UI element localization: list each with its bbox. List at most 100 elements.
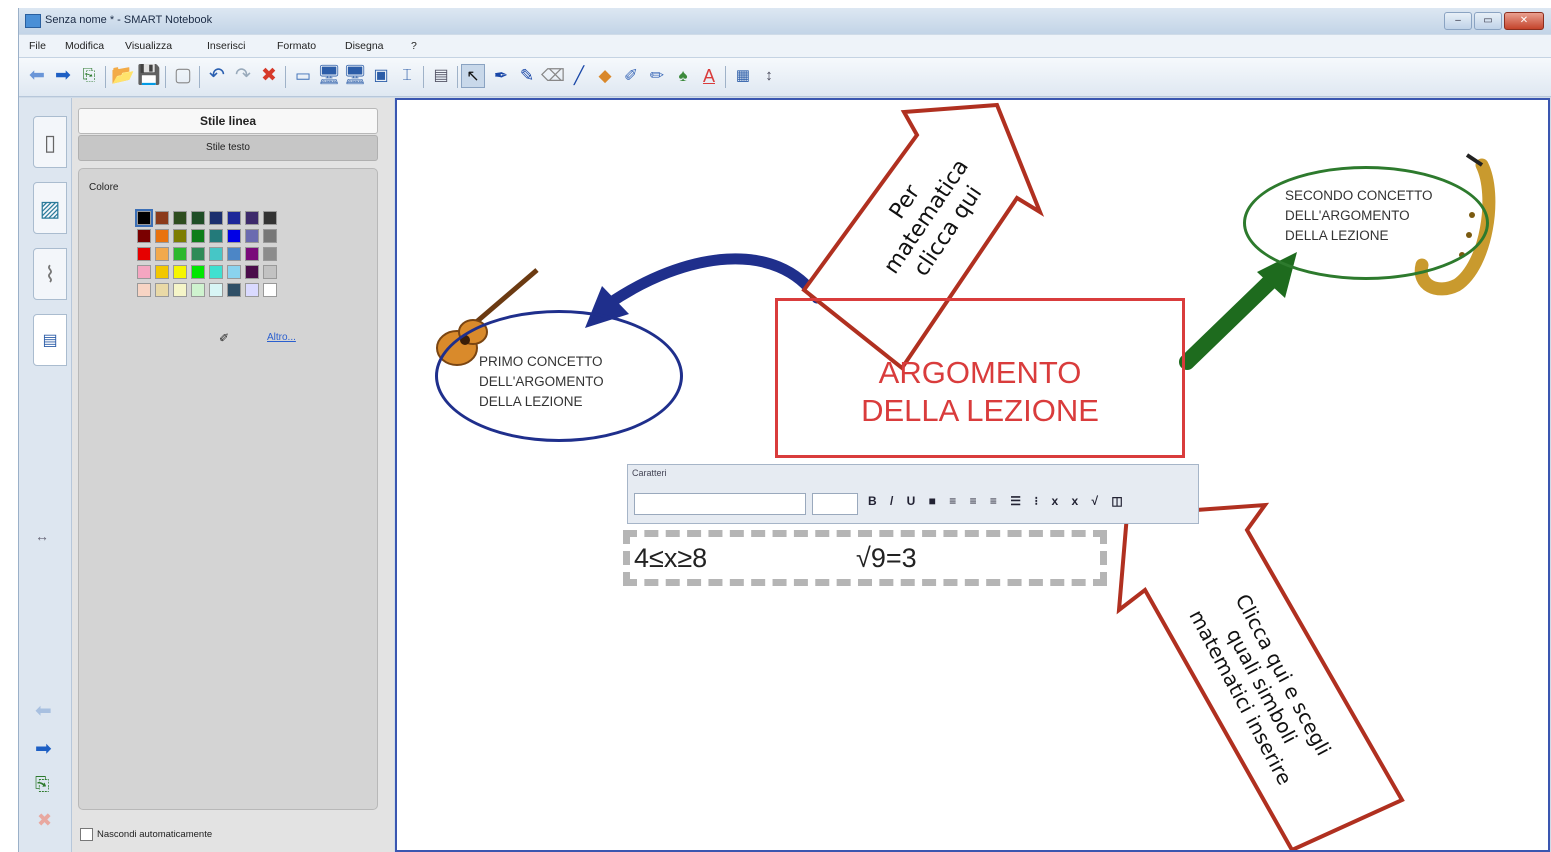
more-colors-link[interactable]: Altro... [267,332,296,343]
color-swatch[interactable] [155,211,169,225]
color-swatch[interactable] [263,229,277,243]
color-swatch[interactable] [209,211,223,225]
color-swatch[interactable] [227,229,241,243]
menu-formato[interactable]: Formato [277,40,316,52]
forward-arrow-icon[interactable]: ➡ [51,64,75,88]
line-style-header[interactable]: Stile linea [78,108,378,134]
color-swatch[interactable] [227,211,241,225]
menu-disegna[interactable]: Disegna [345,40,384,52]
creative-pen-icon[interactable]: ✎ [515,64,539,88]
text-icon[interactable]: A [697,64,721,88]
screen-shade-icon[interactable]: ▭ [291,64,315,88]
color-swatch[interactable] [173,283,187,297]
delete-icon[interactable]: ✖ [257,64,281,88]
color-swatch[interactable] [155,247,169,261]
color-swatch[interactable] [191,283,205,297]
open-folder-icon[interactable]: 📂 [111,64,135,88]
shape-pen-icon[interactable]: ✐ [619,64,643,88]
color-swatch[interactable] [263,247,277,261]
text-format-buttons[interactable]: B / U ■ ≡ ≡ ≡ ☰ ⁝ x x √ ◫ [868,494,1128,508]
redo-icon[interactable]: ↷ [231,64,255,88]
color-swatch[interactable] [227,265,241,279]
main-topic-box[interactable]: ARGOMENTO DELLA LEZIONE [775,298,1185,458]
forward-arrow-side-icon[interactable]: ➡ [35,736,52,761]
autohide-option[interactable]: Nascondi automaticamente [80,828,212,841]
color-swatch[interactable] [245,211,259,225]
concept1-line2: DELL'ARGOMENTO [479,374,604,389]
save-icon[interactable]: 💾 [137,64,161,88]
back-arrow-side-icon[interactable]: ⬅ [35,698,52,723]
color-swatch[interactable] [155,229,169,243]
attachments-icon[interactable]: ⌇ [33,248,67,300]
color-swatch[interactable] [227,283,241,297]
maximize-button[interactable]: ▭ [1474,12,1502,30]
menu-inserisci[interactable]: Inserisci [207,40,246,52]
font-size-select[interactable] [812,493,858,515]
color-swatch[interactable] [155,283,169,297]
color-swatch[interactable] [173,247,187,261]
page-sorter-icon[interactable]: ▯ [33,116,67,168]
menu-modifica[interactable]: Modifica [65,40,104,52]
color-swatch[interactable] [191,229,205,243]
color-swatch[interactable] [191,211,205,225]
toolbar-move-icon[interactable]: ↕ [757,64,781,88]
color-swatch[interactable] [191,247,205,261]
color-swatch[interactable] [137,229,151,243]
eyedropper-icon[interactable]: ✐ [219,331,229,345]
color-swatch[interactable] [137,247,151,261]
document-camera-icon[interactable]: ⌶ [395,64,419,88]
pen-icon[interactable]: ✒ [489,64,513,88]
color-swatch[interactable] [137,283,151,297]
properties-tab-icon[interactable]: ▤ [33,314,67,366]
close-button[interactable]: ✕ [1504,12,1544,30]
font-family-select[interactable] [634,493,806,515]
menu-visualizza[interactable]: Visualizza [125,40,172,52]
color-swatch[interactable] [263,211,277,225]
add-page-side-icon[interactable]: ⎘ [35,774,49,795]
properties-icon[interactable]: ▦ [731,64,755,88]
capture-icon[interactable]: ▣ [369,64,393,88]
color-swatch[interactable] [263,283,277,297]
undo-icon[interactable]: ↶ [205,64,229,88]
color-swatch[interactable] [245,283,259,297]
text-style-header[interactable]: Stile testo [78,135,378,161]
color-swatch[interactable] [245,229,259,243]
color-swatch[interactable] [137,265,151,279]
main-topic-line2: DELLA LEZIONE [861,393,1099,428]
color-swatch[interactable] [245,265,259,279]
autohide-checkbox[interactable] [80,828,93,841]
math-text-box[interactable]: 4≤x≥8 √9=3 [623,530,1107,586]
color-swatch[interactable] [209,283,223,297]
color-swatch[interactable] [155,265,169,279]
color-swatch[interactable] [173,265,187,279]
color-swatch[interactable] [263,265,277,279]
menu-file[interactable]: File [29,40,46,52]
table-icon[interactable]: ▤ [429,64,453,88]
magic-pen-icon[interactable]: ✏ [645,64,669,88]
color-swatch[interactable] [209,247,223,261]
color-swatch[interactable] [227,247,241,261]
add-page-icon[interactable]: ⎘ [77,64,101,88]
color-swatch[interactable] [173,229,187,243]
back-arrow-icon[interactable]: ⬅ [25,64,49,88]
minimize-button[interactable]: – [1444,12,1472,30]
menu-help[interactable]: ? [411,40,417,52]
color-swatch[interactable] [209,265,223,279]
full-screen-icon[interactable]: 🖥 [317,64,341,88]
gallery-icon[interactable]: ▨ [33,182,67,234]
color-swatch[interactable] [173,211,187,225]
resize-arrows-icon[interactable]: ↔ [35,528,49,544]
select-pointer-icon[interactable]: ↖ [461,64,485,88]
eraser-icon[interactable]: ⌫ [541,64,565,88]
shapes-icon[interactable]: ◆ [593,64,617,88]
color-swatch[interactable] [135,209,153,227]
color-swatch[interactable] [209,229,223,243]
paste-icon[interactable]: ▢ [171,64,195,88]
color-swatch[interactable] [191,265,205,279]
whiteboard-canvas[interactable]: ARGOMENTO DELLA LEZIONE PRIMO CONCETTO D… [395,98,1550,852]
line-icon[interactable]: ╱ [567,64,591,88]
color-swatch[interactable] [245,247,259,261]
fill-icon[interactable]: ♠ [671,64,695,88]
dual-page-icon[interactable]: 🖥 [343,64,367,88]
delete-page-side-icon[interactable]: ✖ [37,810,52,831]
